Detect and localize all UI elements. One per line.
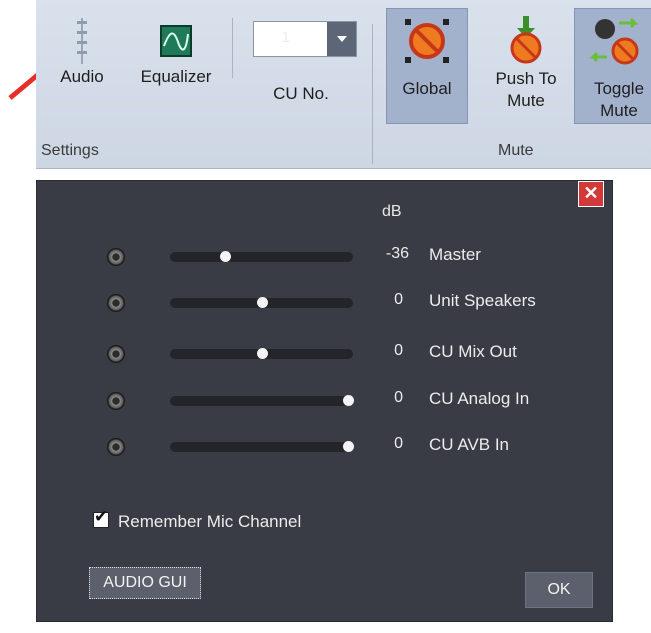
close-button[interactable]: ✕ <box>578 181 604 207</box>
knob-icon[interactable] <box>107 345 125 363</box>
channel-db-value: 0 <box>394 389 403 406</box>
channel-label: Unit Speakers <box>429 291 536 310</box>
ok-button[interactable]: OK <box>525 572 593 608</box>
channel-db-value: 0 <box>394 342 403 359</box>
audio-button-label: Audio <box>60 67 104 86</box>
push-to-mute-button[interactable]: Push To Mute <box>486 14 566 112</box>
knob-icon[interactable] <box>107 392 125 410</box>
volume-slider[interactable] <box>170 297 353 308</box>
equalizer-button[interactable]: Equalizer <box>133 16 219 88</box>
channel-label: CU AVB In <box>429 435 509 454</box>
remember-mic-channel-label: Remember Mic Channel <box>118 512 302 531</box>
slider-thumb[interactable] <box>342 395 354 406</box>
audio-settings-dialog: ✕ dB -36 Master 0 Unit Speakers 0 CU Mix… <box>36 180 613 622</box>
channel-row: 0 Unit Speakers <box>37 291 612 321</box>
push-to-mute-icon <box>510 16 542 64</box>
volume-slider[interactable] <box>170 395 354 406</box>
channel-row: 0 CU Mix Out <box>37 342 612 372</box>
slider-thumb[interactable] <box>256 348 268 359</box>
ribbon-toolbar: Audio Equalizer 1 CU No. Global Push To … <box>36 0 651 169</box>
channel-db-value: 0 <box>394 435 403 452</box>
audio-button[interactable]: Audio <box>50 16 114 88</box>
equalizer-button-label: Equalizer <box>140 67 212 86</box>
toggle-mute-button[interactable]: Toggle Mute <box>574 8 651 124</box>
audio-sliders-icon <box>77 18 87 64</box>
db-column-header: dB <box>382 203 402 220</box>
push-to-mute-label-line2: Mute <box>507 91 545 110</box>
push-to-mute-label-line1: Push To <box>495 69 557 88</box>
toggle-mute-label-line1: Toggle <box>593 79 645 98</box>
knob-icon[interactable] <box>107 294 125 312</box>
knob-icon[interactable] <box>107 248 125 266</box>
volume-slider[interactable] <box>170 251 353 262</box>
channel-db-value: -36 <box>385 245 409 262</box>
toggle-mute-label-line2: Mute <box>600 101 638 120</box>
slider-thumb[interactable] <box>256 297 268 308</box>
ribbon-separator <box>372 24 373 164</box>
knob-icon[interactable] <box>107 438 125 456</box>
cu-no-select[interactable]: 1 <box>253 21 357 57</box>
volume-slider[interactable] <box>170 348 353 359</box>
remember-mic-channel-checkbox[interactable] <box>93 507 109 528</box>
global-mute-icon <box>405 19 449 63</box>
channel-label: Master <box>429 245 481 264</box>
channel-db-value: 0 <box>394 291 403 308</box>
channel-label: CU Mix Out <box>429 342 517 361</box>
audio-gui-button[interactable]: AUDIO GUI <box>89 567 201 599</box>
volume-slider[interactable] <box>170 441 354 452</box>
slider-thumb[interactable] <box>342 441 354 452</box>
slider-thumb[interactable] <box>219 251 231 262</box>
mute-group-label: Mute <box>498 142 534 159</box>
equalizer-icon <box>160 25 192 57</box>
channel-row: 0 CU Analog In <box>37 389 612 419</box>
cu-no-value: 1 <box>281 29 290 46</box>
cu-no-label: CU No. <box>273 84 329 103</box>
chevron-down-icon[interactable] <box>327 22 356 56</box>
ribbon-separator <box>232 18 233 78</box>
channel-row: 0 CU AVB In <box>37 435 612 465</box>
global-mute-label: Global <box>402 79 452 98</box>
channel-label: CU Analog In <box>429 389 530 408</box>
global-mute-button[interactable]: Global <box>386 8 468 124</box>
settings-group-label: Settings <box>41 142 99 159</box>
toggle-mute-icon <box>589 17 639 65</box>
channel-row: -36 Master <box>37 245 612 275</box>
